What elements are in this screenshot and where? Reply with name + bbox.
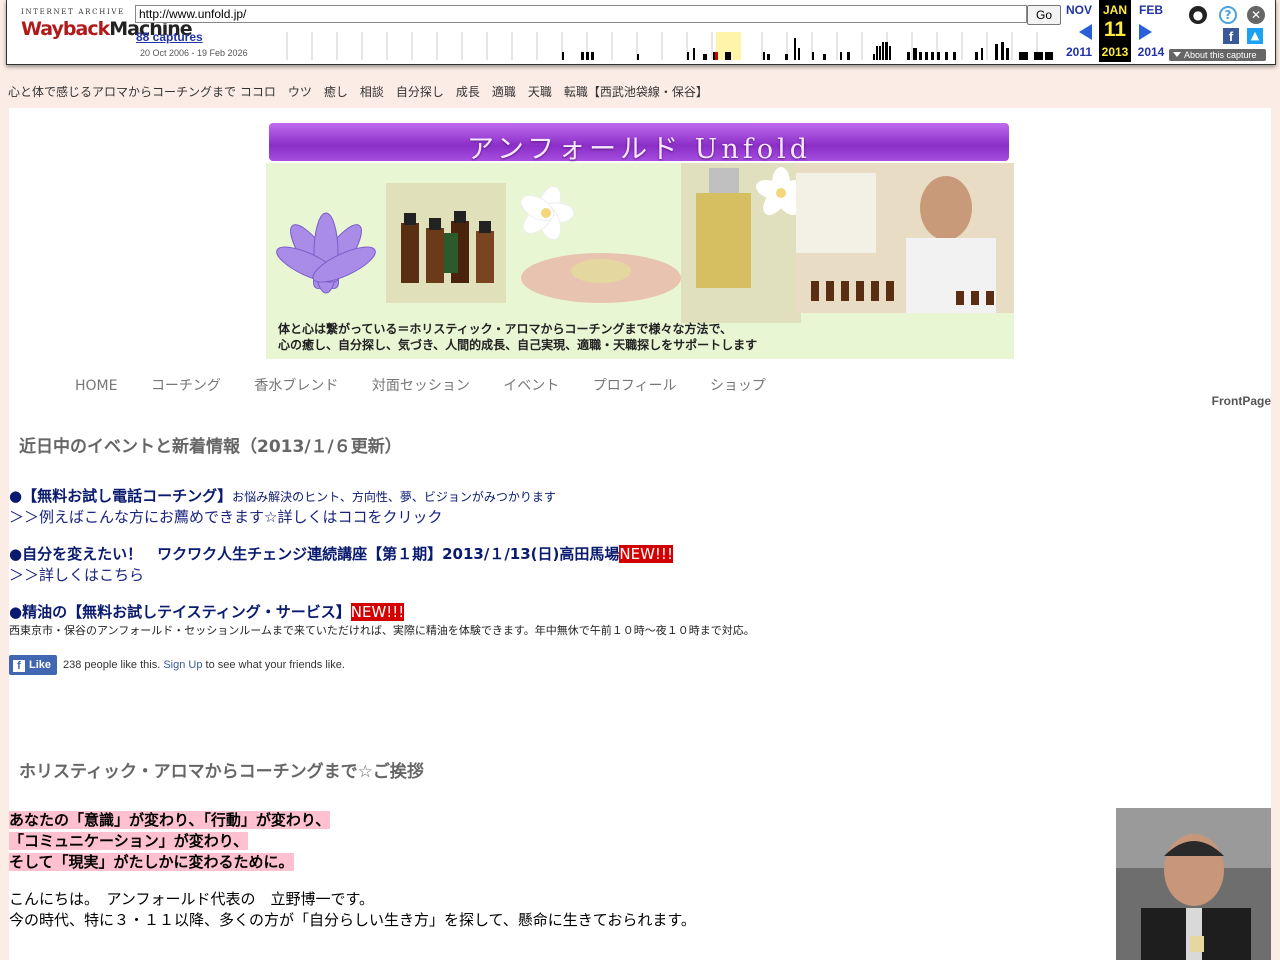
news-heading: 近日中のイベントと新着情報（2013/１/６更新） [19, 437, 402, 457]
twitter-icon[interactable]: ▲ [1247, 28, 1263, 44]
close-icon[interactable]: ✕ [1247, 6, 1265, 24]
signup-link[interactable]: Sign Up [163, 659, 202, 671]
new-badge: NEW!!! [350, 603, 405, 621]
greeting-heading: ホリスティック・アロマからコーチングまで☆ご挨拶 [19, 762, 424, 782]
main-content: アンフォールド Unfold 体と心は繋がっている＝ホリスティック・アロマからコ… [9, 108, 1271, 960]
news-item-1-subtitle: お悩み解決のヒント、方向性、夢、ビジョンがみつかります [232, 490, 556, 504]
nav-profile[interactable]: プロフィール [593, 378, 677, 394]
about-capture-button[interactable]: About this capture [1169, 49, 1266, 61]
news-item-3-description: 西東京市・保谷のアンフォールド・セッションルームまで来ていただければ、実際に精油… [9, 624, 755, 637]
highlight-line-1: あなたの「意識」が変わり、「行動」が変わり、 [9, 811, 331, 829]
perfume-image [681, 163, 801, 323]
wayback-toolbar: INTERNET ARCHIVE WaybackMachine http://w… [6, 0, 1276, 65]
facebook-icon[interactable]: f [1223, 28, 1239, 44]
logo-internet-archive: INTERNET ARCHIVE [21, 8, 125, 16]
news-item-1[interactable]: ●【無料お試し電話コーチング】お悩み解決のヒント、方向性、夢、ビジョンがみつかり… [9, 485, 556, 506]
news-item-2[interactable]: ●自分を変えたい！ ワクワク人生チェンジ連続講座【第１期】2013/１/13(日… [9, 543, 673, 564]
next-arrow-icon[interactable] [1139, 24, 1152, 40]
news-item-2-title: ●自分を変えたい！ ワクワク人生チェンジ連続講座【第１期】2013/１/13(日… [9, 545, 620, 563]
intro-line-2: 今の時代、特に３・１１以降、多くの方が「自分らしい生き方」を探して、懸命に生きて… [9, 911, 696, 929]
facebook-like-widget: f Like 238 people like this. Sign Up to se… [9, 654, 345, 675]
frontpage-link[interactable]: FrontPage [1212, 394, 1271, 408]
bottles-image [386, 183, 506, 303]
news-item-3[interactable]: ●精油の【無料お試しテイスティング・サービス】NEW!!! [9, 601, 405, 622]
capture-range: 20 Oct 2006 - 19 Feb 2026 [140, 48, 248, 58]
new-badge: NEW!!! [619, 545, 673, 563]
banner-photo: 体と心は繋がっている＝ホリスティック・アロマからコーチングまで様々な方法で、 心… [266, 163, 1014, 359]
wayback-logo[interactable]: INTERNET ARCHIVE WaybackMachine [21, 8, 193, 52]
nav-home[interactable]: HOME [75, 378, 117, 394]
facebook-icon: f [13, 659, 25, 672]
help-icon[interactable]: ? [1219, 6, 1237, 24]
site-tagline: 心と体で感じるアロマからコーチングまで ココロ ウツ 癒し 相談 自分探し 成長… [8, 85, 708, 99]
main-nav: HOME コーチング 香水ブレンド 対面セッション イベント プロフィール ショ… [75, 375, 795, 395]
site-banner[interactable]: アンフォールド Unfold 体と心は繋がっている＝ホリスティック・アロマからコ… [266, 121, 1014, 359]
banner-title-bar: アンフォールド Unfold [269, 123, 1009, 165]
nav-perfume-blend[interactable]: 香水ブレンド [254, 378, 338, 394]
news-item-1-link[interactable]: ＞＞例えばこんな方にお薦めできます☆詳しくはココをクリック [9, 506, 442, 527]
capture-sparkline[interactable] [285, 32, 1061, 60]
lotus-image [276, 212, 376, 294]
hands-image [520, 185, 681, 303]
captures-link[interactable]: 88 captures [136, 30, 203, 44]
nav-coaching[interactable]: コーチング [151, 378, 221, 394]
banner-caption: 体と心は繋がっている＝ホリスティック・アロマからコーチングまで様々な方法で、 心… [278, 322, 758, 352]
highlight-line-3: そして「現実」がたしかに変わるために。 [9, 853, 294, 871]
user-icon[interactable]: ● [1189, 6, 1207, 24]
news-item-1-title: ●【無料お試し電話コーチング】 [9, 487, 233, 505]
nav-event[interactable]: イベント [503, 378, 559, 394]
prev-arrow-icon[interactable] [1079, 24, 1092, 40]
nav-shop[interactable]: ショップ [710, 378, 766, 394]
facebook-like-button[interactable]: f Like [9, 654, 58, 675]
news-item-3-title: ●精油の【無料お試しテイスティング・サービス】 [9, 603, 351, 621]
like-count-text: 238 people like this. Sign Up to see wha… [63, 658, 345, 671]
nav-session[interactable]: 対面セッション [372, 378, 470, 394]
practitioner-image [796, 163, 1014, 313]
intro-line-1: こんにちは。 アンフォールド代表の 立野博一です。 [9, 890, 374, 908]
news-item-2-link[interactable]: ＞＞詳しくはこちら [9, 564, 144, 585]
logo-wayback-machine: WaybackMachine [21, 18, 193, 40]
url-input[interactable]: http://www.unfold.jp/ [135, 5, 1027, 23]
highlight-line-2: 「コミュニケーション」が変わり、 [9, 832, 249, 850]
chevron-down-icon [1173, 52, 1181, 57]
portrait-photo [1116, 808, 1271, 960]
